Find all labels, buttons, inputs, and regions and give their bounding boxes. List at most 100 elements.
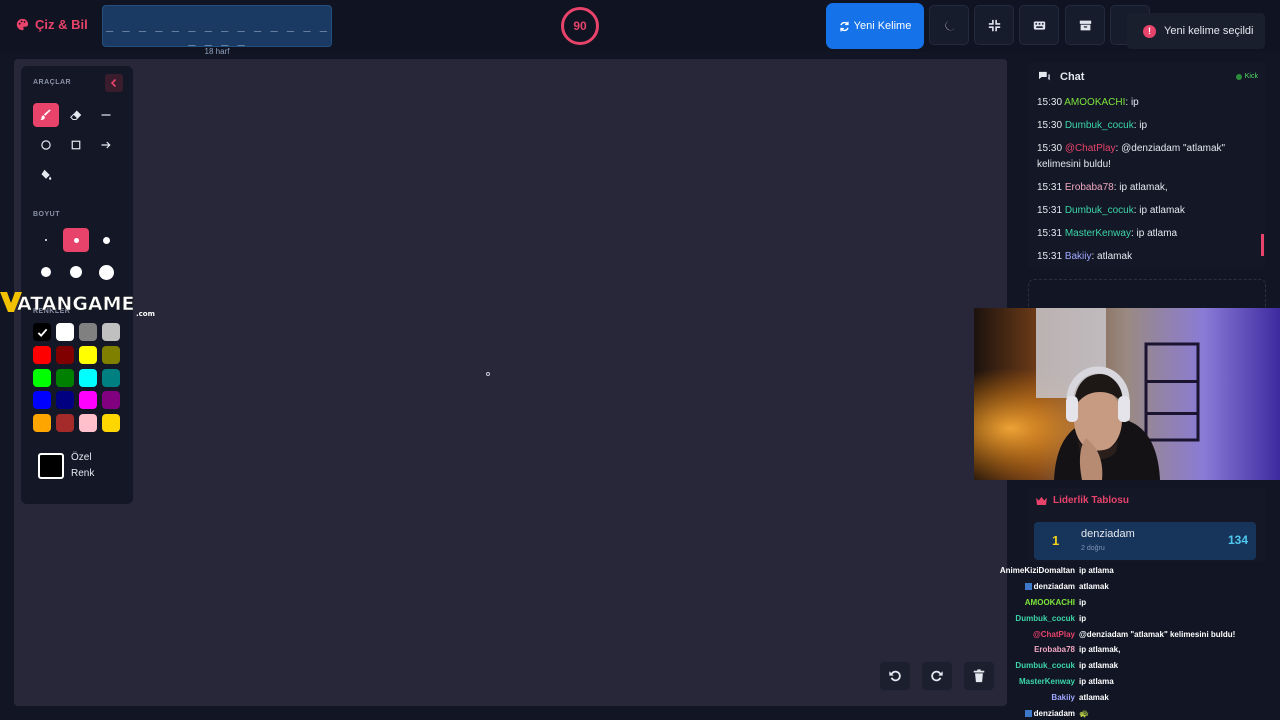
color-swatch[interactable] (56, 414, 74, 433)
color-swatch[interactable] (33, 414, 51, 433)
overlay-chat-line: denziadam atlamak (992, 579, 1280, 595)
size-dot (98, 264, 114, 280)
chat-time: 15:30 (1037, 120, 1063, 131)
refresh-icon (840, 21, 849, 31)
overlay-username-cell: denziadam (992, 582, 1079, 591)
overlay-chat-line: @ChatPlay @denziadam "atlamak" kelimesini… (992, 626, 1280, 642)
overlay-chat-line: MasterKenway ip atlama (992, 674, 1280, 690)
size-dot (73, 237, 79, 243)
archive-button[interactable] (1065, 5, 1105, 45)
overlay-username: AMOOKACHI (1024, 597, 1075, 607)
color-swatch[interactable] (102, 368, 120, 387)
svg-text:ATANGAME: ATANGAME (17, 293, 135, 315)
color-swatch[interactable] (79, 323, 97, 341)
overlay-username: @ChatPlay (1032, 629, 1075, 639)
size-dot (45, 239, 47, 241)
badge-icon (1024, 583, 1032, 591)
color-swatch[interactable] (33, 345, 51, 364)
eraser-tool[interactable] (63, 103, 89, 127)
color-swatch[interactable] (56, 323, 74, 341)
size-xl-option[interactable] (63, 260, 89, 284)
collapse-panel-button[interactable] (105, 74, 123, 92)
redo-icon (931, 670, 943, 682)
chat-username[interactable]: MasterKenway (1065, 228, 1131, 239)
color-swatch[interactable] (102, 323, 120, 341)
overlay-message: @denziadam "atlamak" kelimesini buldu! (1079, 629, 1236, 639)
chat-username[interactable]: @ChatPlay (1065, 143, 1116, 154)
chat-username[interactable]: Bakiiy (1065, 251, 1092, 262)
circle-icon (41, 140, 51, 150)
vatangame-logo: ATANGAME .com (0, 292, 155, 318)
color-swatch[interactable] (79, 345, 97, 364)
chat-username[interactable]: Dumbuk_cocuk (1065, 205, 1134, 216)
size-l-option[interactable] (33, 260, 59, 284)
color-swatch[interactable] (102, 345, 120, 364)
new-word-button[interactable]: Yeni Kelime (826, 3, 924, 49)
custom-color-label: Özel Renk (71, 452, 95, 479)
size-s-option[interactable] (63, 228, 89, 252)
drawing-canvas[interactable] (14, 59, 1007, 706)
size-xxl-option[interactable] (93, 260, 119, 284)
overlay-username-cell: Dumbuk_cocuk (992, 614, 1079, 623)
color-swatch[interactable] (79, 368, 97, 387)
circle-tool[interactable] (33, 133, 59, 157)
undo-button[interactable] (880, 662, 910, 690)
overlay-message: ip atlamak, (1079, 645, 1121, 655)
overlay-message: atlamak (1079, 582, 1109, 592)
chat-messages: 15:30 AMOOKACHI: ip 15:30 Dumbuk_cocuk: i… (1037, 95, 1255, 269)
word-letter-count: 18 harf (204, 47, 230, 56)
size-dot (70, 266, 82, 278)
clear-canvas-button[interactable] (964, 662, 994, 690)
color-swatch[interactable] (33, 323, 51, 341)
badge-icon (1024, 709, 1032, 717)
keyboard-button[interactable] (1019, 5, 1059, 45)
custom-color-picker[interactable]: Özel Renk (38, 450, 101, 482)
chat-scrollbar[interactable] (1261, 234, 1264, 256)
color-swatch[interactable] (56, 391, 74, 410)
chat-username[interactable]: AMOOKACHI (1064, 97, 1125, 108)
compress-button[interactable] (974, 5, 1014, 45)
chevron-left-icon (110, 78, 117, 88)
toast-text: Yeni kelime seçildi (1164, 25, 1254, 37)
overlay-username-cell: denziadam (992, 709, 1079, 718)
round-timer: 90 (561, 7, 599, 45)
stream-overlay-chat: AnimeKiziDomaltan ip atlama denziadam atlam… (992, 563, 1280, 720)
brush-icon (40, 109, 51, 120)
redo-button[interactable] (922, 662, 952, 690)
chat-username[interactable]: Erobaba78 (1065, 182, 1114, 193)
size-m-option[interactable] (93, 228, 119, 252)
chat-username[interactable]: Dumbuk_cocuk (1065, 120, 1134, 131)
color-swatch[interactable] (56, 345, 74, 364)
size-section-title: BOYUT (33, 211, 60, 218)
size-xs-option[interactable] (33, 228, 59, 252)
color-swatch[interactable] (56, 368, 74, 387)
overlay-chat-line: AMOOKACHI ip (992, 595, 1280, 611)
custom-color-preview[interactable] (38, 453, 64, 479)
square-tool[interactable] (63, 133, 89, 157)
leaderboard-score: 134 (1227, 533, 1248, 547)
color-swatch[interactable] (79, 391, 97, 410)
overlay-chat-line: Dumbuk_cocuk ip atlamak (992, 658, 1280, 674)
color-swatch[interactable] (102, 414, 120, 433)
arrow-tool[interactable] (93, 133, 119, 157)
brush-cursor (486, 372, 490, 376)
brush-tool[interactable] (33, 103, 59, 127)
theme-toggle-button[interactable] (929, 5, 969, 45)
color-swatch[interactable] (102, 391, 120, 410)
color-swatch[interactable] (33, 368, 51, 387)
app-logo: Çiz & Bil (16, 17, 88, 32)
chat-text: : ip (1133, 120, 1148, 131)
chat-time: 15:31 (1037, 228, 1063, 239)
status-dot (1235, 73, 1242, 80)
line-tool[interactable] (93, 103, 119, 127)
overlay-message: ip (1079, 597, 1087, 607)
chat-input-area[interactable] (1028, 279, 1266, 311)
overlay-message: ip atlamak (1079, 661, 1119, 671)
color-swatch[interactable] (79, 414, 97, 433)
color-swatch[interactable] (33, 391, 51, 410)
fill-tool[interactable] (33, 163, 59, 187)
chat-time: 15:30 (1037, 143, 1063, 154)
chat-header: Chat (1038, 71, 1084, 83)
overlay-username-cell: Erobaba78 (992, 645, 1079, 654)
chat-time: 15:31 (1037, 205, 1063, 216)
